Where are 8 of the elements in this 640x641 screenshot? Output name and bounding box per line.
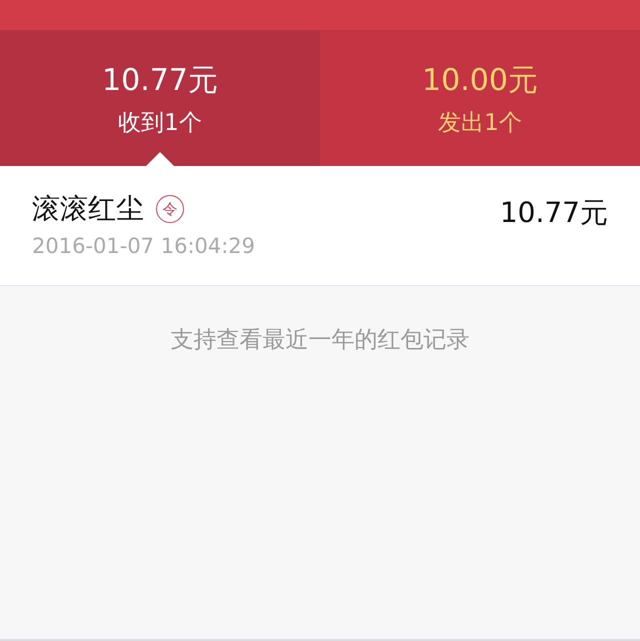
sender-name: 滚滚红尘 bbox=[32, 191, 144, 227]
record-row[interactable]: 滚滚红尘 令 2016-01-07 16:04:29 10.77元 bbox=[0, 166, 640, 286]
record-time: 2016-01-07 16:04:29 bbox=[32, 234, 256, 258]
summary-tab[interactable]: 10.00元 发出1个 bbox=[320, 30, 640, 166]
password-badge: 令 bbox=[156, 195, 184, 223]
summary-tab[interactable]: 10.77元 收到1个 bbox=[0, 30, 320, 166]
record-amount: 10.77元 bbox=[500, 195, 608, 231]
history-note: 支持查看最近一年的红包记录 bbox=[170, 326, 470, 354]
